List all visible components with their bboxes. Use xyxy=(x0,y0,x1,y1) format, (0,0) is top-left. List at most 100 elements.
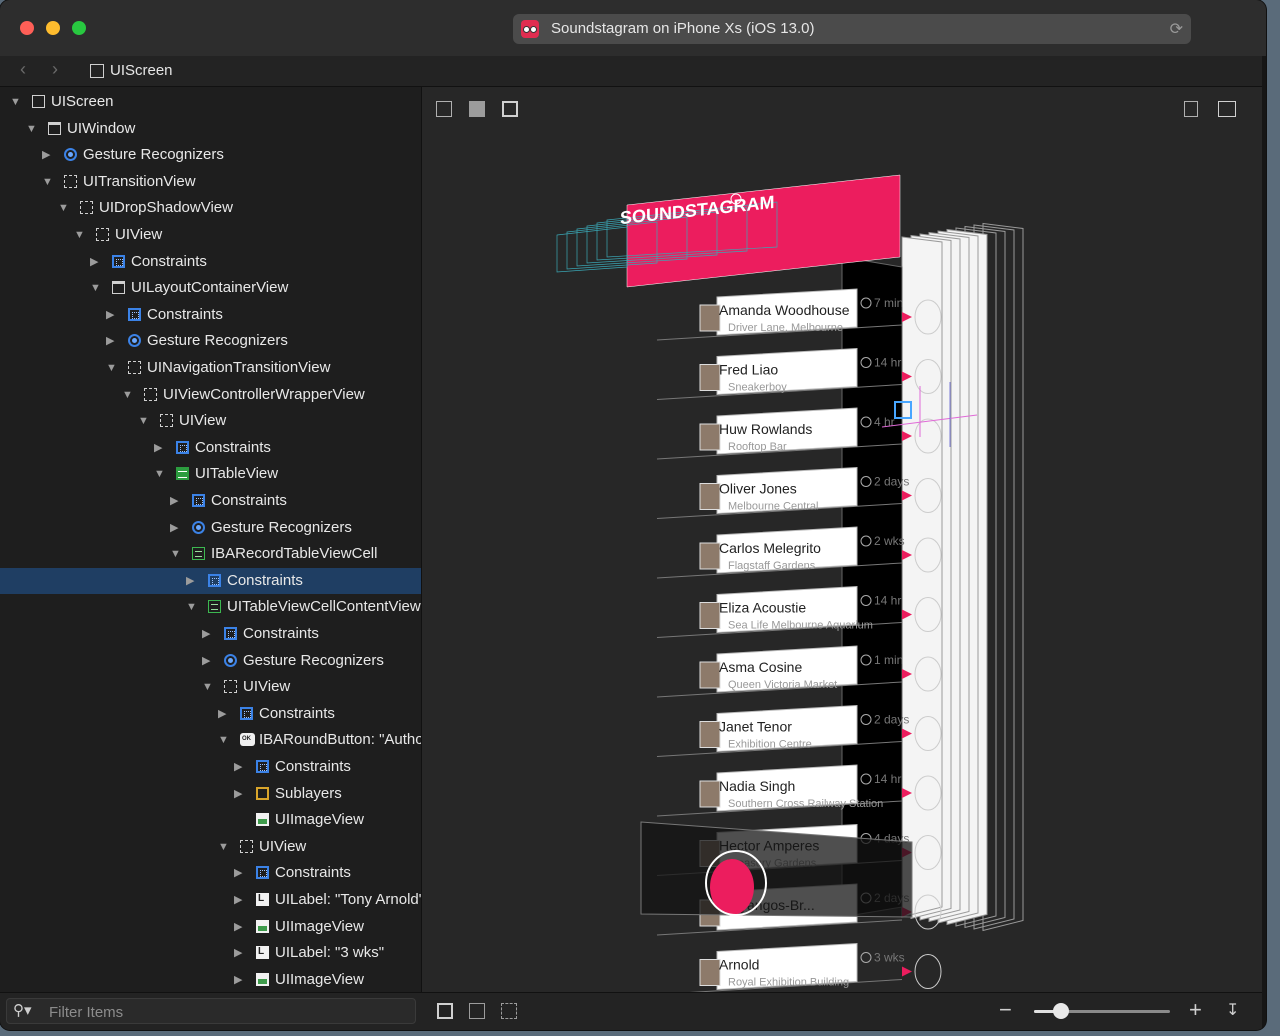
hierarchy-row[interactable]: ▶ Constraints xyxy=(0,860,421,886)
record-name: Nadia Singh xyxy=(719,778,795,794)
hierarchy-row[interactable]: ▶ UIImageView xyxy=(0,967,421,992)
filter-field[interactable]: ⚲▾ xyxy=(6,998,416,1024)
hierarchy-row[interactable]: ▶ Constraints xyxy=(0,302,421,328)
disclosure-expanded-icon[interactable]: ▼ xyxy=(58,195,69,221)
filter-input[interactable] xyxy=(47,1001,411,1023)
disclosure-expanded-icon[interactable]: ▼ xyxy=(218,834,229,860)
hierarchy-row[interactable]: ▼ UITableView xyxy=(0,461,421,487)
hierarchy-row[interactable]: ▶ Sublayers xyxy=(0,781,421,807)
disclosure-collapsed-icon[interactable]: ▶ xyxy=(234,781,242,807)
label-icon xyxy=(256,939,269,965)
close-window-button[interactable] xyxy=(20,21,34,35)
hierarchy-row[interactable]: ▶ UIImageView xyxy=(0,914,421,940)
zoom-slider-knob[interactable] xyxy=(1053,1003,1070,1019)
hierarchy-row[interactable]: ▶ Constraints xyxy=(0,488,421,514)
disclosure-expanded-icon[interactable]: ▼ xyxy=(10,89,21,115)
show-layout-icon[interactable] xyxy=(469,1003,485,1019)
hierarchy-row[interactable]: ▼ UIViewControllerWrapperView xyxy=(0,382,421,408)
hierarchy-row[interactable]: ▼ UIView xyxy=(0,834,421,860)
disclosure-collapsed-icon[interactable]: ▶ xyxy=(170,515,178,541)
disclosure-collapsed-icon[interactable]: ▶ xyxy=(170,488,178,514)
hierarchy-row[interactable]: ▼ UITransitionView xyxy=(0,169,421,195)
view-debugger-canvas[interactable]: SOUNDSTAGRAM Amanda Woodhouse Driver Lane,… xyxy=(422,87,1262,992)
disclosure-collapsed-icon[interactable]: ▶ xyxy=(234,967,242,992)
path-item[interactable]: UIScreen xyxy=(110,62,173,79)
show-constraints-icon[interactable] xyxy=(437,1003,453,1019)
disclosure-collapsed-icon[interactable]: ▶ xyxy=(218,701,226,727)
disclosure-expanded-icon[interactable]: ▼ xyxy=(74,222,85,248)
window-title: Soundstagram on iPhone Xs (iOS 13.0) xyxy=(551,20,815,37)
reload-icon[interactable]: ⟳ xyxy=(1170,19,1183,39)
hierarchy-row[interactable]: ▼ UILayoutContainerView xyxy=(0,275,421,301)
hierarchy-row[interactable]: ▶ Gesture Recognizers xyxy=(0,648,421,674)
orientation-icon[interactable] xyxy=(1218,101,1236,117)
avatar xyxy=(699,780,721,808)
hierarchy-row[interactable]: ▼ UIDropShadowView xyxy=(0,195,421,221)
disclosure-collapsed-icon[interactable]: ▶ xyxy=(234,914,242,940)
disclosure-collapsed-icon[interactable]: ▶ xyxy=(234,754,242,780)
hierarchy-row[interactable]: ▶ Constraints xyxy=(0,249,421,275)
wireframe-icon[interactable] xyxy=(502,101,518,117)
hierarchy-row[interactable]: ▼ UIScreen xyxy=(0,89,421,115)
record-place: Sneakerboy xyxy=(728,382,787,394)
hierarchy-row[interactable]: ▼ UIView xyxy=(0,674,421,700)
disclosure-collapsed-icon[interactable]: ▶ xyxy=(202,648,210,674)
disclosure-collapsed-icon[interactable]: ▶ xyxy=(202,621,210,647)
disclosure-expanded-icon[interactable]: ▼ xyxy=(42,169,53,195)
show-content-icon[interactable] xyxy=(469,101,485,117)
hierarchy-row[interactable]: ▶ Constraints xyxy=(0,435,421,461)
zoom-window-button[interactable] xyxy=(72,21,86,35)
exploded-view-stage[interactable]: SOUNDSTAGRAMAmanda WoodhouseDriver Lane,… xyxy=(422,117,1262,992)
show-frames-icon[interactable] xyxy=(501,1003,517,1019)
disclosure-expanded-icon[interactable]: ▼ xyxy=(90,275,101,301)
hierarchy-row[interactable]: ▶ Constraints xyxy=(0,701,421,727)
zoom-slider[interactable] xyxy=(1034,1003,1170,1019)
hierarchy-row[interactable]: ▶ Gesture Recognizers xyxy=(0,142,421,168)
disclosure-expanded-icon[interactable]: ▼ xyxy=(106,355,117,381)
disclosure-expanded-icon[interactable]: ▼ xyxy=(186,594,197,620)
hierarchy-row[interactable]: ▶ Constraints xyxy=(0,754,421,780)
hierarchy-row[interactable]: ▶ UILabel: "Tony Arnold" xyxy=(0,886,421,913)
disclosure-expanded-icon[interactable]: ▼ xyxy=(202,674,213,700)
disclosure-expanded-icon[interactable]: ▼ xyxy=(218,727,229,753)
disclosure-collapsed-icon[interactable]: ▶ xyxy=(234,887,242,913)
hierarchy-row[interactable]: ▼ UIView xyxy=(0,408,421,434)
single-pane-icon[interactable] xyxy=(1184,101,1198,117)
plus-icon[interactable]: + xyxy=(1189,997,1202,1023)
disclosure-collapsed-icon[interactable]: ▶ xyxy=(154,435,162,461)
disclosure-collapsed-icon[interactable]: ▶ xyxy=(186,568,194,594)
hierarchy-row[interactable]: UIImageView xyxy=(0,807,421,833)
sublayers-icon xyxy=(256,786,269,800)
hierarchy-row[interactable]: ▼ IBARecordTableViewCell xyxy=(0,541,421,567)
export-icon[interactable]: ↧ xyxy=(1226,1000,1239,1020)
hierarchy-row-label: Constraints xyxy=(275,758,351,775)
window-title-field: Soundstagram on iPhone Xs (iOS 13.0) ⟳ xyxy=(513,14,1191,44)
show-clipped-content-icon[interactable] xyxy=(436,101,452,117)
chevron-right-icon[interactable]: › xyxy=(52,59,58,80)
disclosure-expanded-icon[interactable]: ▼ xyxy=(138,408,149,434)
minus-icon[interactable]: − xyxy=(999,997,1012,1023)
hierarchy-row[interactable]: ▼ UITableViewCellContentView xyxy=(0,594,421,620)
minimize-window-button[interactable] xyxy=(46,21,60,35)
hierarchy-row[interactable]: ▼ UINavigationTransitionView xyxy=(0,355,421,381)
disclosure-collapsed-icon[interactable]: ▶ xyxy=(234,860,242,886)
hierarchy-row[interactable]: ▼ IBARoundButton: "Author" xyxy=(0,726,421,753)
disclosure-collapsed-icon[interactable]: ▶ xyxy=(90,249,98,275)
disclosure-expanded-icon[interactable]: ▼ xyxy=(170,541,181,567)
disclosure-collapsed-icon[interactable]: ▶ xyxy=(234,940,242,966)
hierarchy-row[interactable]: ▼ UIWindow xyxy=(0,116,421,142)
hierarchy-row[interactable]: ▶ UILabel: "3 wks" xyxy=(0,939,421,966)
hierarchy-row[interactable]: ▶ Gesture Recognizers xyxy=(0,515,421,541)
hierarchy-row[interactable]: ▶ Constraints xyxy=(0,567,421,594)
disclosure-expanded-icon[interactable]: ▼ xyxy=(154,461,165,487)
hierarchy-row[interactable]: ▼ UIView xyxy=(0,222,421,248)
disclosure-expanded-icon[interactable]: ▼ xyxy=(26,116,37,142)
disclosure-expanded-icon[interactable]: ▼ xyxy=(122,382,133,408)
disclosure-collapsed-icon[interactable]: ▶ xyxy=(106,302,114,328)
hierarchy-row-label: UIView xyxy=(179,412,227,430)
disclosure-collapsed-icon[interactable]: ▶ xyxy=(106,328,114,354)
hierarchy-row[interactable]: ▶ Gesture Recognizers xyxy=(0,328,421,354)
chevron-left-icon[interactable]: ‹ xyxy=(20,59,26,80)
disclosure-collapsed-icon[interactable]: ▶ xyxy=(42,142,50,168)
hierarchy-row[interactable]: ▶ Constraints xyxy=(0,621,421,647)
